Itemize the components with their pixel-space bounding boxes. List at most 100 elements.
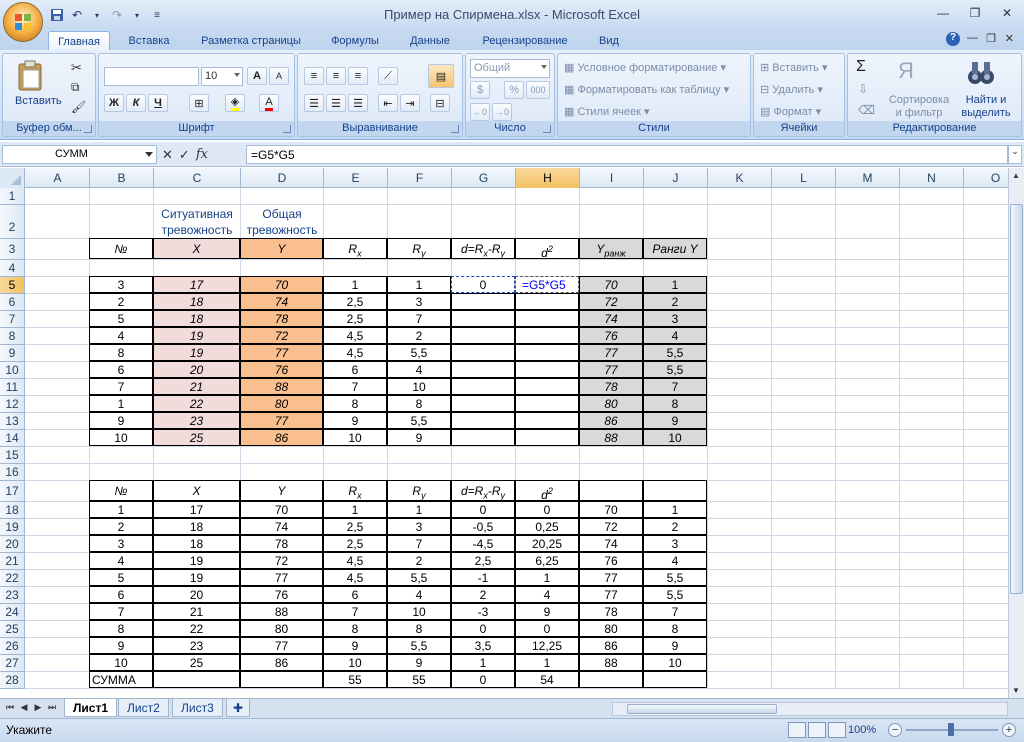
percent-button[interactable]: % — [504, 81, 524, 99]
cell[interactable]: 77 — [240, 412, 323, 429]
formula-input[interactable]: =G5*G5 — [246, 145, 1008, 164]
binoculars-icon[interactable] — [966, 58, 996, 91]
cell[interactable] — [515, 429, 579, 446]
zoom-level[interactable]: 100% — [848, 724, 876, 736]
autosum-button[interactable]: Σ — [856, 58, 866, 76]
cell[interactable]: 76 — [579, 327, 643, 344]
header-cell[interactable]: d2 — [515, 480, 579, 501]
sort-filter-line2[interactable]: и фильтр — [886, 107, 952, 119]
minimize-icon[interactable]: — — [967, 32, 978, 44]
cell[interactable]: 0 — [451, 501, 515, 518]
cell[interactable]: 5,5 — [387, 569, 451, 586]
cell[interactable]: 23 — [153, 637, 240, 654]
cell[interactable]: 1 — [643, 501, 707, 518]
cell[interactable]: 22 — [153, 395, 240, 412]
row-header[interactable]: 13 — [0, 413, 25, 430]
cell[interactable] — [515, 293, 579, 310]
cell[interactable]: 80 — [240, 620, 323, 637]
header-caption[interactable]: Ситуативная тревожность — [154, 206, 240, 238]
column-header[interactable]: B — [90, 168, 154, 188]
row-header[interactable]: 18 — [0, 502, 25, 519]
cell[interactable] — [451, 378, 515, 395]
column-header[interactable]: C — [154, 168, 241, 188]
row-header[interactable]: 27 — [0, 655, 25, 672]
cell[interactable]: 2 — [89, 293, 153, 310]
header-cell[interactable]: X — [153, 238, 240, 259]
cell[interactable] — [451, 412, 515, 429]
normal-view-icon[interactable] — [788, 722, 806, 738]
cell[interactable]: 4 — [387, 361, 451, 378]
cell[interactable]: 7 — [387, 535, 451, 552]
cell[interactable]: 1 — [515, 654, 579, 671]
header-cell[interactable]: d=Rx-Ry — [451, 238, 515, 259]
sheet-tab-2[interactable]: Лист2 — [118, 699, 169, 717]
cell[interactable] — [515, 327, 579, 344]
cell[interactable]: 23 — [153, 412, 240, 429]
vertical-scroll-thumb[interactable] — [1010, 204, 1023, 594]
column-header[interactable]: G — [452, 168, 516, 188]
cell[interactable] — [579, 671, 643, 688]
cell[interactable]: 86 — [240, 429, 323, 446]
fill-color-icon[interactable]: ◈ — [225, 94, 245, 112]
sheet-tab-3[interactable]: Лист3 — [172, 699, 223, 717]
paste-icon[interactable] — [13, 60, 47, 95]
row-header[interactable]: 11 — [0, 379, 25, 396]
cell[interactable]: 8 — [89, 620, 153, 637]
cell[interactable]: 7 — [643, 603, 707, 620]
cell[interactable]: 25 — [153, 654, 240, 671]
row-header[interactable]: 21 — [0, 553, 25, 570]
cell[interactable]: 17 — [153, 501, 240, 518]
cell[interactable]: 19 — [153, 569, 240, 586]
column-header[interactable]: A — [26, 168, 90, 188]
bold-button[interactable]: Ж — [104, 94, 124, 112]
zoom-out-icon[interactable]: − — [888, 723, 902, 737]
cell[interactable] — [515, 310, 579, 327]
page-layout-view-icon[interactable] — [808, 722, 826, 738]
cell[interactable]: 77 — [579, 344, 643, 361]
header-cell[interactable]: Rx — [323, 480, 387, 501]
prev-sheet-icon[interactable]: ◀ — [18, 702, 30, 716]
cell[interactable]: 4,5 — [323, 569, 387, 586]
align-top-icon[interactable]: ≡ — [304, 67, 324, 85]
cell[interactable]: 4 — [89, 327, 153, 344]
borders-icon[interactable]: ⊞ — [189, 94, 209, 112]
cell[interactable]: 8 — [89, 344, 153, 361]
zoom-in-icon[interactable]: + — [1002, 723, 1016, 737]
cell[interactable]: 1 — [323, 501, 387, 518]
alignment-launcher-icon[interactable] — [451, 125, 459, 133]
font-size-combo[interactable]: 10 — [201, 67, 243, 86]
align-middle-icon[interactable]: ≡ — [326, 67, 346, 85]
cell[interactable]: 76 — [240, 361, 323, 378]
insert-sheet-icon[interactable]: ✚ — [226, 699, 251, 717]
cell[interactable]: 8 — [323, 395, 387, 412]
cell[interactable] — [515, 344, 579, 361]
header-cell[interactable]: № — [89, 480, 153, 501]
cell[interactable] — [643, 671, 707, 688]
cell[interactable]: 8 — [387, 620, 451, 637]
cell[interactable]: 5,5 — [643, 569, 707, 586]
cell[interactable]: 9 — [387, 429, 451, 446]
align-right-icon[interactable]: ☰ — [348, 94, 368, 112]
cell[interactable]: 77 — [240, 344, 323, 361]
row-header[interactable]: 19 — [0, 519, 25, 536]
vertical-scrollbar[interactable]: ▲ ▼ — [1008, 168, 1024, 698]
cell[interactable]: 2 — [387, 327, 451, 344]
cell[interactable]: 22 — [153, 620, 240, 637]
cell[interactable]: 3,5 — [451, 637, 515, 654]
cell[interactable]: 0 — [451, 620, 515, 637]
cell[interactable]: 8 — [323, 620, 387, 637]
cell[interactable] — [451, 344, 515, 361]
cell[interactable]: 10 — [89, 429, 153, 446]
sum-cell[interactable]: 55 — [387, 671, 451, 688]
column-header[interactable]: I — [580, 168, 644, 188]
thousands-button[interactable]: 000 — [526, 81, 550, 99]
row-header[interactable]: 6 — [0, 294, 25, 311]
cell[interactable]: 72 — [579, 518, 643, 535]
cell[interactable] — [451, 293, 515, 310]
cell[interactable]: 3 — [89, 276, 153, 293]
cell[interactable]: 72 — [579, 293, 643, 310]
italic-button[interactable]: К — [126, 94, 146, 112]
cell[interactable]: 86 — [579, 412, 643, 429]
cell[interactable]: 2,5 — [323, 535, 387, 552]
tab-page-layout[interactable]: Разметка страницы — [192, 31, 310, 51]
